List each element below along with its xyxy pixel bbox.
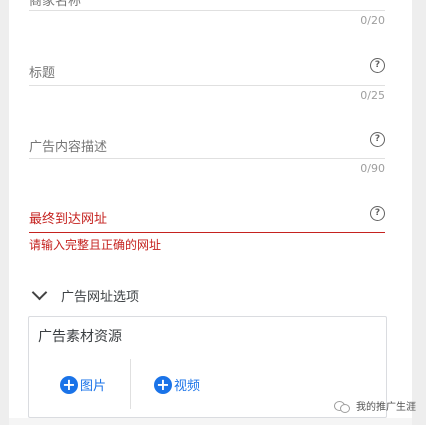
add-video-label: 视频 (174, 379, 201, 394)
business-name-counter: 0/20 (360, 14, 385, 27)
divider (130, 359, 131, 409)
description-label: 广告内容描述 (29, 140, 108, 155)
help-icon[interactable]: ? (370, 132, 385, 147)
add-image-label: 图片 (80, 379, 107, 394)
watermark: 我的推广生涯 (334, 398, 416, 413)
url-options-label: 广告网址选项 (61, 289, 140, 305)
business-name-field[interactable] (29, 10, 385, 11)
ad-assets-title: 广告素材资源 (38, 329, 122, 345)
add-video-button[interactable]: + 视频 (154, 375, 200, 394)
description-counter: 0/90 (360, 162, 385, 175)
final-url-label: 最终到达网址 (29, 212, 108, 227)
chevron-down-icon (31, 284, 48, 300)
final-url-field[interactable] (29, 232, 385, 233)
help-icon[interactable]: ? (370, 58, 385, 73)
headline-label: 标题 (29, 66, 56, 81)
help-icon[interactable]: ? (370, 206, 385, 221)
final-url-error-message: 请输入完整且正确的网址 (29, 238, 162, 252)
add-image-button[interactable]: + 图片 (60, 375, 106, 394)
watermark-text: 我的推广生涯 (356, 402, 416, 413)
url-options-expander[interactable]: 广告网址选项 (29, 284, 139, 306)
headline-field[interactable] (29, 85, 385, 86)
ad-form-panel: 商家名称 0/20 标题 ? 0/25 广告内容描述 ? 0/90 最终到达网址… (9, 0, 412, 425)
plus-icon: + (154, 375, 172, 394)
next-section-edge (9, 418, 412, 425)
plus-icon: + (60, 375, 78, 394)
wechat-icon (334, 400, 350, 413)
headline-counter: 0/25 (360, 89, 385, 102)
business-name-label: 商家名称 (29, 0, 82, 9)
description-field[interactable] (29, 158, 385, 159)
